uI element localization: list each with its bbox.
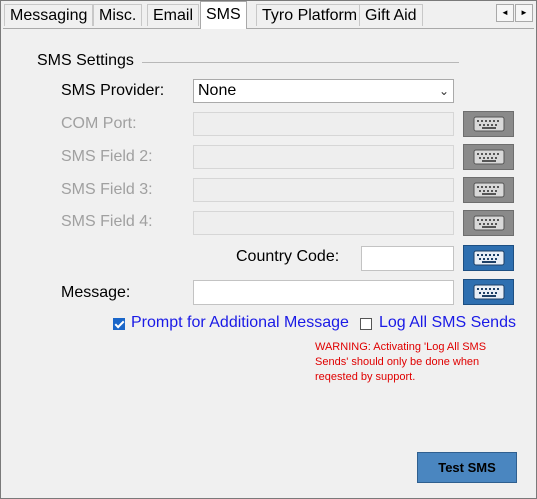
- tab-strip: Messaging Misc. Email SMS Tyro Platform …: [1, 1, 536, 29]
- com-port-label: COM Port:: [61, 115, 137, 132]
- sms-field-4-label: SMS Field 4:: [61, 213, 153, 230]
- chevron-down-icon: ⌄: [438, 84, 449, 98]
- sms-provider-value: None: [198, 82, 237, 99]
- section-divider: [142, 62, 459, 63]
- sms-field-2-input: [193, 145, 454, 169]
- section-title: SMS Settings: [37, 52, 134, 69]
- com-port-input: [193, 112, 454, 136]
- tab-email[interactable]: Email: [147, 4, 200, 26]
- tab-scroll-left-icon[interactable]: ◄: [496, 4, 514, 22]
- tab-gift-aid[interactable]: Gift Aid: [359, 4, 423, 26]
- keyboard-icon: [473, 215, 504, 231]
- country-code-keyboard-button[interactable]: [463, 245, 514, 271]
- sms-provider-label: SMS Provider:: [61, 82, 165, 99]
- com-port-keyboard-button: [463, 111, 514, 137]
- sms-field-3-keyboard-button: [463, 177, 514, 203]
- sms-field-2-label: SMS Field 2:: [61, 148, 153, 165]
- log-all-sms-label[interactable]: Log All SMS Sends: [379, 314, 516, 332]
- tab-sms[interactable]: SMS: [200, 1, 247, 29]
- keyboard-icon: [473, 182, 504, 198]
- message-input[interactable]: [193, 280, 454, 305]
- sms-settings-window: Messaging Misc. Email SMS Tyro Platform …: [0, 0, 537, 499]
- prompt-additional-message-checkbox[interactable]: [113, 318, 125, 330]
- log-all-sms-checkbox[interactable]: [360, 318, 372, 330]
- keyboard-icon: [473, 284, 504, 300]
- message-keyboard-button[interactable]: [463, 279, 514, 305]
- country-code-input[interactable]: [361, 246, 454, 271]
- sms-field-3-input: [193, 178, 454, 202]
- sms-provider-dropdown[interactable]: None ⌄: [193, 79, 454, 103]
- keyboard-icon: [473, 116, 504, 132]
- country-code-label: Country Code:: [236, 248, 340, 265]
- message-label: Message:: [61, 284, 131, 301]
- sms-field-4-input: [193, 211, 454, 235]
- tab-scroll-right-icon[interactable]: ►: [515, 4, 533, 22]
- sms-field-4-keyboard-button: [463, 210, 514, 236]
- sms-field-2-keyboard-button: [463, 144, 514, 170]
- tab-tyro-platform[interactable]: Tyro Platform: [256, 4, 364, 26]
- prompt-additional-message-label[interactable]: Prompt for Additional Message: [131, 314, 349, 332]
- test-sms-button[interactable]: Test SMS: [417, 452, 517, 483]
- warning-text: WARNING: Activating 'Log All SMS Sends' …: [315, 341, 487, 383]
- keyboard-icon: [473, 149, 504, 165]
- keyboard-icon: [473, 250, 504, 266]
- tab-misc[interactable]: Misc.: [93, 4, 143, 26]
- sms-field-3-label: SMS Field 3:: [61, 181, 153, 198]
- tab-messaging[interactable]: Messaging: [4, 4, 94, 26]
